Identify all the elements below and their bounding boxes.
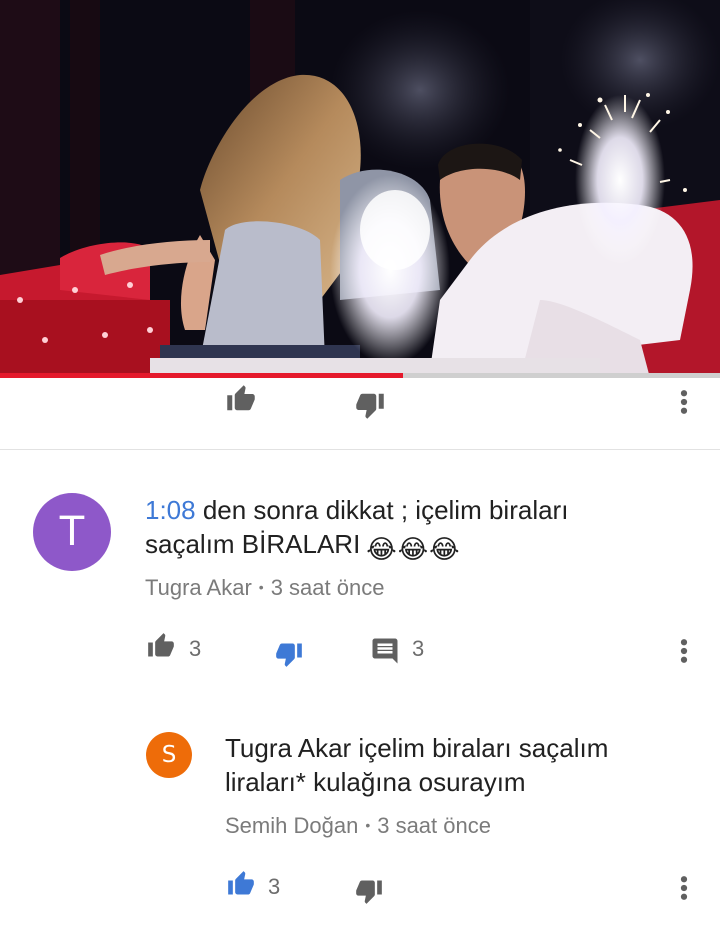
thumb-up-icon[interactable] (145, 632, 177, 660)
comment-text: 1:08 den sonra dikkat ; içelim biraları … (145, 493, 665, 566)
laughing-emoji: 😂 (397, 534, 429, 564)
thumb-down-icon[interactable] (353, 390, 387, 420)
avatar-letter: S (161, 742, 177, 768)
comment-author[interactable]: Tugra Akar (145, 575, 252, 600)
thumb-up-icon[interactable] (225, 870, 257, 898)
video-action-row (0, 378, 720, 450)
reply-comment-icon[interactable] (370, 636, 400, 666)
comment-text: Tugra Akar içelim biraları saçalım liral… (225, 731, 695, 799)
comment-meta: Tugra Akar • 3 saat önce (145, 575, 384, 601)
thumb-down-icon[interactable] (353, 877, 385, 905)
avatar[interactable]: T (33, 493, 111, 571)
thumb-down-icon[interactable] (273, 640, 305, 668)
more-vertical-icon[interactable] (674, 636, 694, 666)
comment-time: 3 saat önce (270, 575, 385, 600)
video-frame (0, 0, 720, 378)
meta-separator: • (365, 817, 371, 833)
comment-body: den sonra dikkat ; içelim biraları saçal… (145, 495, 569, 559)
comment-meta: Semih Doğan • 3 saat önce (225, 813, 491, 839)
comment-author[interactable]: Semih Doğan (225, 813, 358, 838)
like-count: 3 (189, 636, 202, 661)
like-count: 3 (268, 874, 281, 899)
more-vertical-icon[interactable] (674, 387, 694, 417)
comment-body: Tugra Akar içelim biraları saçalım liral… (225, 733, 609, 797)
avatar-letter: T (59, 509, 85, 555)
laughing-emoji: 😂 (366, 534, 397, 564)
video-player[interactable] (0, 0, 720, 378)
comment-time: 3 saat önce (377, 813, 491, 838)
laughing-emoji: 😂 (429, 534, 460, 564)
more-vertical-icon[interactable] (674, 873, 694, 903)
thumb-up-icon[interactable] (224, 384, 258, 414)
reply-count: 3 (412, 636, 425, 661)
emoji-group: 😂😂😂 (366, 532, 460, 566)
avatar[interactable]: S (146, 732, 192, 778)
meta-separator: • (258, 579, 264, 595)
timestamp-link[interactable]: 1:08 (145, 495, 196, 525)
